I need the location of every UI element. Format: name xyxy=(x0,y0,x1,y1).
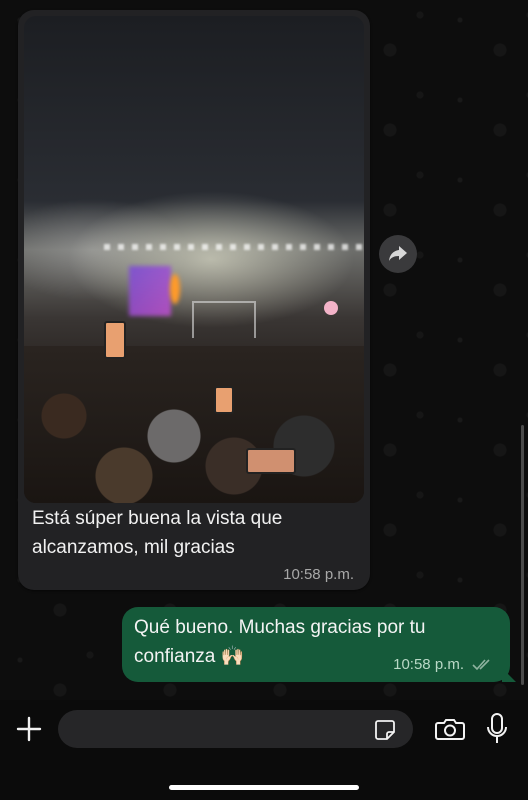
concert-photo[interactable] xyxy=(24,16,364,503)
microphone-icon xyxy=(487,713,507,743)
stage-balloon xyxy=(324,301,338,315)
raised-phone xyxy=(246,448,296,474)
outgoing-message-time: 10:58 p.m. xyxy=(393,656,464,673)
stage-screen xyxy=(129,266,171,316)
stage-fire xyxy=(170,274,180,304)
camera-icon xyxy=(435,719,465,740)
incoming-message-text: Está súper buena la vista que alcanzamos… xyxy=(32,508,283,558)
outgoing-message-meta: 10:58 p.m. xyxy=(393,656,494,673)
incoming-message[interactable]: Está súper buena la vista que alcanzamos… xyxy=(18,10,370,590)
microphone-button[interactable] xyxy=(484,712,510,746)
forward-button[interactable] xyxy=(379,235,417,273)
raised-phone xyxy=(104,321,126,359)
plus-icon xyxy=(16,716,42,742)
attach-button[interactable] xyxy=(14,714,44,744)
forward-icon xyxy=(389,246,407,261)
outgoing-message[interactable]: Qué bueno. Muchas gracias por tu confian… xyxy=(122,607,516,682)
stage-structure xyxy=(192,301,256,338)
scrollbar[interactable] xyxy=(521,425,524,685)
crowd xyxy=(24,346,364,503)
sticker-button[interactable] xyxy=(372,717,398,743)
raised-phone xyxy=(214,386,234,414)
camera-button[interactable] xyxy=(434,714,466,744)
incoming-message-time: 10:58 p.m. xyxy=(283,566,354,583)
message-input[interactable] xyxy=(58,710,413,748)
stage-lights xyxy=(104,244,364,250)
double-check-icon xyxy=(472,658,490,670)
home-indicator xyxy=(169,785,359,790)
sticker-icon xyxy=(375,720,395,740)
